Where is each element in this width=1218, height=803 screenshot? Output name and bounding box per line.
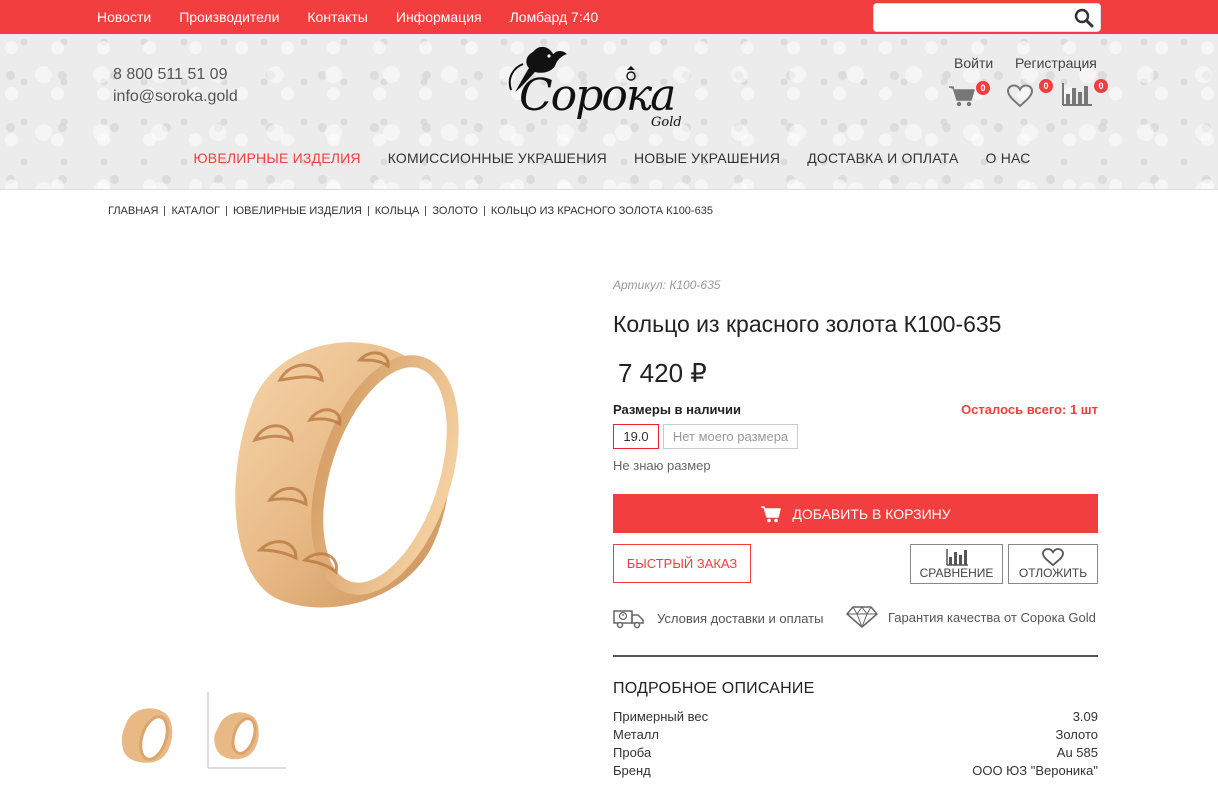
heart-icon [1042, 548, 1064, 566]
size-help-link[interactable]: Не знаю размер [613, 458, 711, 473]
spec-row: Примерный вес 3.09 [613, 708, 1098, 726]
wishlist-label: ОТЛОЖИТЬ [1018, 566, 1088, 580]
spec-label: Примерный вес [613, 709, 709, 724]
breadcrumb: ГЛАВНАЯ КАТАЛОГ ЮВЕЛИРНЫЕ ИЗДЕЛИЯ КОЛЬЦА… [108, 205, 713, 217]
wishlist-button[interactable]: ОТЛОЖИТЬ [1008, 544, 1098, 584]
top-nav-news[interactable]: Новости [97, 9, 151, 25]
email-link[interactable]: info@soroka.gold [113, 88, 238, 106]
login-link[interactable]: Войти [954, 55, 993, 71]
breadcrumb-separator [226, 206, 228, 216]
main-nav-about[interactable]: О НАС [986, 150, 1031, 176]
compare-label: СРАВНЕНИЕ [919, 566, 994, 580]
sizes-label: Размеры в наличии [613, 402, 741, 417]
breadcrumb-separator [425, 206, 427, 216]
phone-number[interactable]: 8 800 511 51 09 [113, 66, 227, 84]
delivery-truck-icon [613, 610, 644, 629]
product-image[interactable] [210, 300, 470, 640]
spec-value: Au 585 [1056, 745, 1098, 760]
logo-subtext: Gold [651, 115, 682, 128]
spec-label: Бренд [613, 763, 651, 778]
main-nav-commission[interactable]: КОМИССИОННЫЕ УКРАШЕНИЯ [388, 150, 607, 176]
breadcrumb-gold[interactable]: ЗОЛОТО [432, 205, 478, 217]
breadcrumb-jewelry[interactable]: ЮВЕЛИРНЫЕ ИЗДЕЛИЯ [233, 205, 362, 217]
top-bar: Новости Производители Контакты Информаци… [0, 0, 1218, 34]
cart-count-badge: 0 [976, 81, 990, 95]
spec-value: 3.09 [1072, 709, 1098, 724]
cart-icon[interactable] [948, 84, 976, 108]
add-to-cart-label: ДОБАВИТЬ В КОРЗИНУ [792, 505, 951, 522]
spec-value: Золото [1055, 727, 1098, 742]
breadcrumb-separator [367, 206, 369, 216]
spec-row: Проба Au 585 [613, 744, 1098, 762]
search-icon[interactable] [1074, 8, 1094, 28]
breadcrumb-catalog[interactable]: КАТАЛОГ [171, 205, 220, 217]
quick-order-button[interactable]: БЫСТРЫЙ ЗАКАЗ [613, 544, 751, 583]
breadcrumb-current: КОЛЬЦО ИЗ КРАСНОГО ЗОЛОТА К100-635 [490, 205, 713, 217]
thumbnail-2[interactable] [198, 688, 288, 776]
spec-row: Бренд ООО ЮЗ "Вероника" [613, 762, 1098, 780]
spec-label: Металл [613, 727, 659, 742]
heart-icon[interactable] [1006, 84, 1034, 108]
breadcrumb-separator [483, 206, 485, 216]
main-nav-delivery[interactable]: ДОСТАВКА И ОПЛАТА [807, 150, 958, 176]
quality-label: Гарантия качества от Сорока Gold [888, 609, 1096, 625]
delivery-label: Условия доставки и оплаты [657, 610, 824, 626]
specs-table: Примерный вес 3.09 Металл Золото Проба A… [613, 708, 1098, 780]
delivery-info[interactable]: Условия доставки и оплаты [613, 606, 823, 630]
product-price: 7 420 ₽ [618, 358, 707, 388]
soroka-logo[interactable]: Сорока Gold [505, 42, 695, 128]
search-input[interactable] [882, 8, 1067, 28]
top-nav-manufacturers[interactable]: Производители [179, 9, 279, 25]
top-nav-contacts[interactable]: Контакты [307, 9, 367, 25]
breadcrumb-rings[interactable]: КОЛЬЦА [375, 205, 420, 217]
cart-icon [761, 505, 782, 522]
chart-icon [945, 549, 968, 566]
diamond-icon [846, 606, 878, 628]
article-number: Артикул: К100-635 [613, 278, 721, 292]
stock-info: Осталось всего: 1 шт [961, 402, 1098, 417]
breadcrumb-separator [164, 206, 166, 216]
top-nav-pawnshop[interactable]: Ломбард 7:40 [510, 9, 599, 25]
main-nav-new[interactable]: НОВЫЕ УКРАШЕНИЯ [634, 150, 780, 176]
spec-value: ООО ЮЗ "Вероника" [972, 763, 1098, 778]
quality-guarantee[interactable]: Гарантия качества от Сорока Gold [846, 606, 1096, 628]
size-option-none[interactable]: Нет моего размера [663, 424, 798, 449]
description-title: ПОДРОБНОЕ ОПИСАНИЕ [613, 680, 815, 697]
thumbnail-1[interactable] [118, 700, 174, 766]
main-nav-jewelry[interactable]: ЮВЕЛИРНЫЕ ИЗДЕЛИЯ [193, 150, 360, 176]
add-to-cart-button[interactable]: ДОБАВИТЬ В КОРЗИНУ [613, 494, 1098, 533]
top-nav: Новости Производители Контакты Информаци… [97, 0, 626, 34]
main-nav: ЮВЕЛИРНЫЕ ИЗДЕЛИЯ КОМИССИОННЫЕ УКРАШЕНИЯ… [0, 150, 1218, 176]
divider [613, 655, 1098, 657]
product-title: Кольцо из красного золота К100-635 [613, 311, 1002, 337]
compare-button[interactable]: СРАВНЕНИЕ [910, 544, 1003, 584]
wishlist-count-badge: 0 [1039, 79, 1053, 93]
chart-icon[interactable] [1062, 82, 1094, 106]
breadcrumb-home[interactable]: ГЛАВНАЯ [108, 205, 158, 217]
compare-count-badge: 0 [1094, 79, 1108, 93]
spec-label: Проба [613, 745, 652, 760]
register-link[interactable]: Регистрация [1015, 55, 1097, 71]
logo-wordmark: Сорока [519, 70, 674, 121]
search-box [873, 3, 1101, 32]
top-nav-info[interactable]: Информация [396, 9, 482, 25]
size-option-19[interactable]: 19.0 [613, 424, 659, 449]
spec-row: Металл Золото [613, 726, 1098, 744]
